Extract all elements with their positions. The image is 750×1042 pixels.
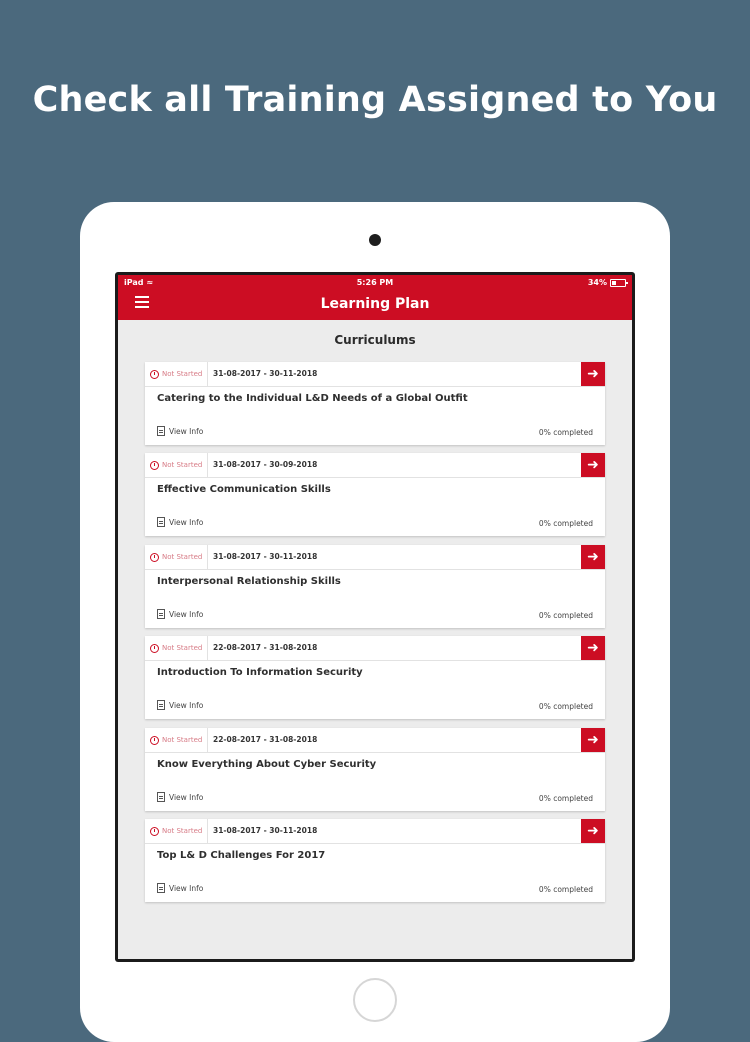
progress-text: 0% completed — [538, 702, 593, 711]
view-info-link[interactable]: View Info — [157, 792, 203, 802]
curriculum-title: Know Everything About Cyber Security — [157, 759, 377, 770]
progress-text: 0% completed — [538, 794, 593, 803]
app-screen: iPad ≈ 5:26 PM 34% Learning Plan Curricu… — [118, 275, 632, 959]
home-button[interactable] — [353, 978, 397, 1022]
clock-icon — [150, 369, 159, 379]
curriculum-title: Top L& D Challenges For 2017 — [157, 850, 326, 861]
curriculum-card[interactable]: Not Started 31-08-2017 - 30-11-2018 ➜ In… — [145, 545, 605, 628]
clock-icon — [150, 460, 159, 470]
curriculum-card[interactable]: Not Started 31-08-2017 - 30-11-2018 ➜ Ca… — [145, 362, 605, 445]
view-info-label: View Info — [169, 517, 204, 527]
progress-text: 0% completed — [538, 885, 593, 894]
view-info-label: View Info — [169, 700, 204, 710]
card-header: Not Started 31-08-2017 - 30-11-2018 ➜ — [145, 545, 605, 570]
document-icon — [157, 792, 165, 802]
arrow-right-icon: ➜ — [587, 549, 599, 565]
document-icon — [157, 426, 165, 436]
status-label: Not Started — [162, 370, 203, 378]
view-info-label: View Info — [169, 426, 204, 436]
date-range: 31-08-2017 - 30-09-2018 — [213, 460, 318, 469]
section-title: Curriculums — [334, 333, 416, 347]
status-badge: Not Started — [145, 819, 208, 843]
open-curriculum-button[interactable]: ➜ — [581, 545, 605, 569]
ipad-screen: iPad ≈ 5:26 PM 34% Learning Plan Curricu… — [115, 272, 635, 962]
curriculum-card[interactable]: Not Started 31-08-2017 - 30-11-2018 ➜ To… — [145, 819, 605, 902]
status-badge: Not Started — [145, 636, 208, 660]
arrow-right-icon: ➜ — [587, 732, 599, 748]
curriculum-card[interactable]: Not Started 31-08-2017 - 30-09-2018 ➜ Ef… — [145, 453, 605, 536]
curriculum-card[interactable]: Not Started 22-08-2017 - 31-08-2018 ➜ Kn… — [145, 728, 605, 811]
open-curriculum-button[interactable]: ➜ — [581, 453, 605, 477]
progress-text: 0% completed — [538, 611, 593, 620]
date-range: 31-08-2017 - 30-11-2018 — [213, 552, 318, 561]
open-curriculum-button[interactable]: ➜ — [581, 728, 605, 752]
view-info-label: View Info — [169, 883, 204, 893]
view-info-link[interactable]: View Info — [157, 609, 203, 619]
curriculum-title: Effective Communication Skills — [157, 484, 331, 495]
date-range: 31-08-2017 - 30-11-2018 — [213, 826, 318, 835]
view-info-label: View Info — [169, 609, 204, 619]
date-range: 22-08-2017 - 31-08-2018 — [213, 643, 318, 652]
view-info-link[interactable]: View Info — [157, 517, 203, 527]
date-range: 22-08-2017 - 31-08-2018 — [213, 735, 318, 744]
curriculum-title: Interpersonal Relationship Skills — [157, 576, 341, 587]
curriculum-card[interactable]: Not Started 22-08-2017 - 31-08-2018 ➜ In… — [145, 636, 605, 719]
view-info-link[interactable]: View Info — [157, 700, 203, 710]
card-header: Not Started 31-08-2017 - 30-11-2018 ➜ — [145, 819, 605, 844]
progress-text: 0% completed — [538, 428, 593, 437]
status-badge: Not Started — [145, 362, 208, 386]
document-icon — [157, 517, 165, 527]
document-icon — [157, 883, 165, 893]
status-label: Not Started — [162, 827, 203, 835]
status-label: Not Started — [162, 461, 203, 469]
progress-text: 0% completed — [538, 519, 593, 528]
arrow-right-icon: ➜ — [587, 366, 599, 382]
document-icon — [157, 609, 165, 619]
status-badge: Not Started — [145, 545, 208, 569]
view-info-link[interactable]: View Info — [157, 426, 203, 436]
document-icon — [157, 700, 165, 710]
arrow-right-icon: ➜ — [587, 823, 599, 839]
status-battery: 34% — [587, 278, 628, 287]
clock-icon — [150, 552, 159, 562]
ipad-frame: iPad ≈ 5:26 PM 34% Learning Plan Curricu… — [80, 202, 670, 1042]
status-badge: Not Started — [145, 453, 208, 477]
curriculum-title: Catering to the Individual L&D Needs of … — [157, 393, 468, 404]
status-badge: Not Started — [145, 728, 208, 752]
card-header: Not Started 22-08-2017 - 31-08-2018 ➜ — [145, 636, 605, 661]
camera — [369, 234, 381, 246]
status-label: Not Started — [162, 644, 203, 652]
open-curriculum-button[interactable]: ➜ — [581, 636, 605, 660]
open-curriculum-button[interactable]: ➜ — [581, 362, 605, 386]
curriculum-title: Introduction To Information Security — [157, 667, 363, 678]
clock-icon — [150, 735, 159, 745]
page-title: Learning Plan — [320, 296, 430, 312]
battery-icon — [610, 278, 628, 287]
date-range: 31-08-2017 - 30-11-2018 — [213, 369, 318, 378]
battery-percent: 34% — [587, 278, 607, 287]
card-header: Not Started 31-08-2017 - 30-09-2018 ➜ — [145, 453, 605, 478]
headline: Check all Training Assigned to You — [32, 80, 718, 120]
app-bar: iPad ≈ 5:26 PM 34% Learning Plan — [118, 275, 632, 320]
arrow-right-icon: ➜ — [587, 457, 599, 473]
status-label: Not Started — [162, 553, 203, 561]
arrow-right-icon: ➜ — [587, 640, 599, 656]
view-info-link[interactable]: View Info — [157, 883, 203, 893]
card-header: Not Started 22-08-2017 - 31-08-2018 ➜ — [145, 728, 605, 753]
status-label: Not Started — [162, 736, 203, 744]
clock-icon — [150, 826, 159, 836]
view-info-label: View Info — [169, 792, 204, 802]
card-header: Not Started 31-08-2017 - 30-11-2018 ➜ — [145, 362, 605, 387]
clock-icon — [150, 643, 159, 653]
open-curriculum-button[interactable]: ➜ — [581, 819, 605, 843]
status-time: 5:26 PM — [356, 278, 394, 287]
